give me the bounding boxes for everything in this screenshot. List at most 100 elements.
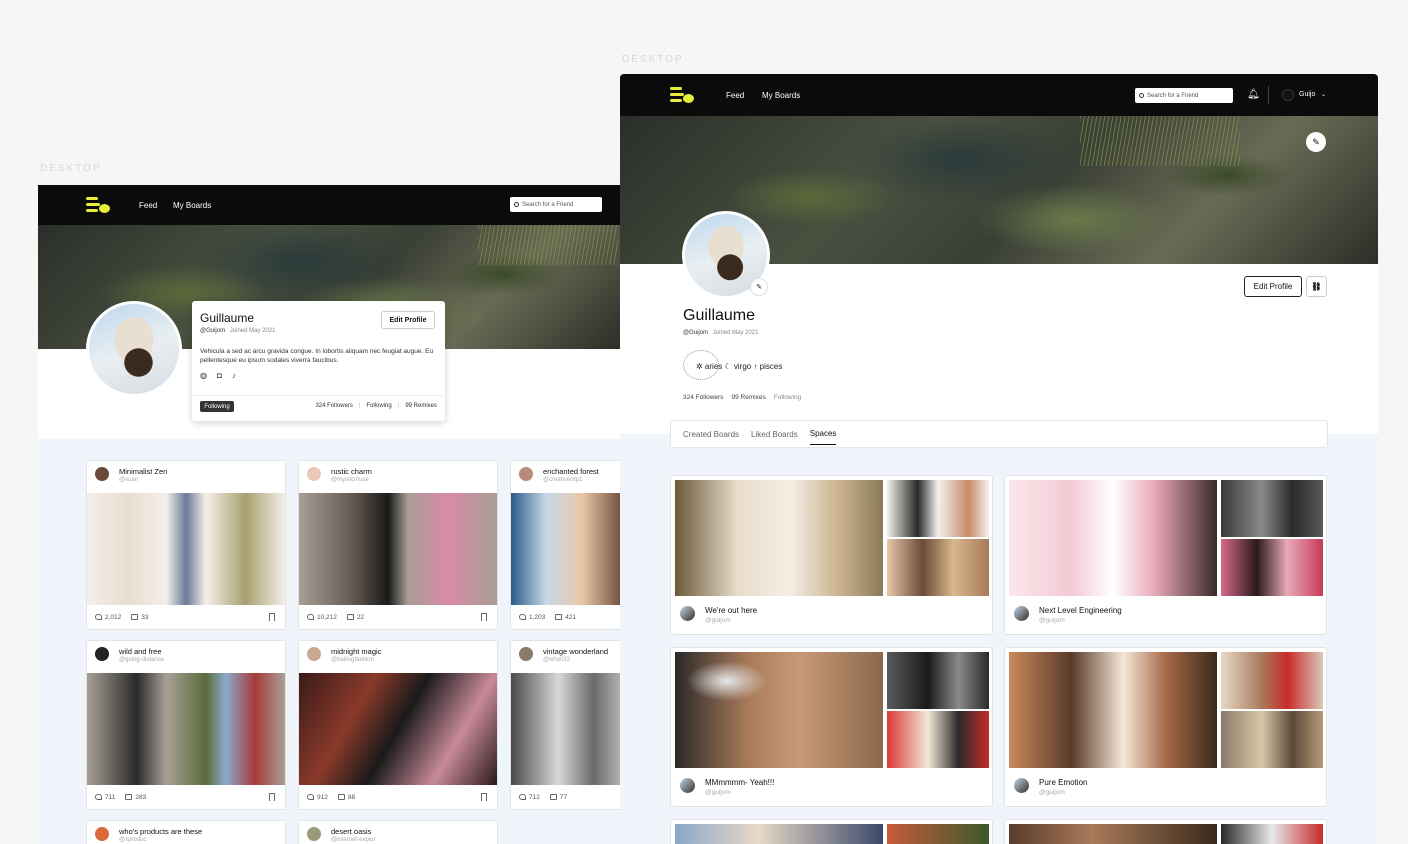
bookmark-icon[interactable] [481, 613, 487, 621]
pencil-icon: ✎ [756, 284, 762, 291]
remixes-count[interactable]: 99 Remixes [405, 403, 437, 409]
space-image [887, 480, 989, 537]
avatar [307, 827, 321, 841]
edit-avatar-button[interactable]: ✎ [750, 278, 768, 296]
board-user: @who032 [543, 657, 571, 663]
comment-count: 283 [125, 794, 146, 801]
avatar [519, 467, 533, 481]
bookmark-icon[interactable] [269, 613, 275, 621]
space-card[interactable]: Next Level Engineering @guijom [1004, 475, 1327, 635]
user-menu[interactable]: Guijo [1299, 91, 1315, 98]
link-icon: ⛓ [1311, 282, 1322, 291]
space-card[interactable] [670, 819, 993, 844]
board-user: @mysticmuse [331, 477, 369, 483]
top-nav: Feed My Boards Search for a Friend 🔔︎ Gu… [620, 74, 1378, 116]
nav-feed-link[interactable]: Feed [726, 91, 744, 100]
board-user: @creativeclip1 [543, 477, 583, 483]
followers-count[interactable]: 324 Followers [315, 403, 352, 409]
avatar [95, 647, 109, 661]
board-image [511, 493, 620, 605]
logo-icon[interactable] [670, 87, 694, 103]
comment-count: 421 [555, 614, 576, 621]
board-user: @xproduc [119, 837, 147, 843]
bookmark-icon[interactable] [481, 793, 487, 801]
board-image [299, 493, 497, 605]
space-user: @guijom [1039, 617, 1065, 624]
profile-handle: @Guijom [683, 330, 709, 336]
search-input[interactable]: Search for a Friend [1135, 88, 1233, 103]
space-title: Next Level Engineering [1039, 606, 1122, 615]
space-image [1221, 711, 1323, 768]
remixes-count[interactable]: 99 Remixes [731, 394, 765, 401]
top-nav: Feed My Boards Search for a Friend [38, 185, 620, 225]
avatar[interactable] [1282, 89, 1294, 101]
space-image [887, 539, 989, 596]
board-card[interactable]: midnight magic @bailingfashion 912 88 [298, 640, 498, 810]
board-user: @bailingfashion [331, 657, 374, 663]
board-card[interactable]: wild and free @going-distance 711 283 [86, 640, 286, 810]
board-card[interactable]: enchanted forest @creativeclip1 1,203 421 [510, 460, 620, 630]
like-count: 712 [519, 794, 540, 801]
tab-spaces[interactable]: Spaces [809, 429, 837, 445]
nav-my-boards-link[interactable]: My Boards [173, 201, 211, 210]
copy-link-button[interactable]: ⛓ [1306, 276, 1327, 297]
profile-name: Guillaume [200, 311, 255, 325]
nav-my-boards-link[interactable]: My Boards [762, 91, 800, 100]
board-card[interactable]: who's products are these @xproduc [86, 820, 286, 844]
nav-feed-link[interactable]: Feed [139, 201, 157, 210]
space-image [675, 480, 883, 596]
board-title: rustic charm [331, 467, 372, 476]
edit-profile-button[interactable]: Edit Profile [1244, 276, 1302, 297]
profile-avatar [86, 301, 182, 397]
following-link[interactable]: Following [774, 394, 801, 401]
board-image [511, 673, 620, 785]
like-count: 711 [95, 794, 115, 801]
tab-liked-boards[interactable]: Liked Boards [751, 430, 798, 439]
following-badge[interactable]: Following [200, 401, 234, 412]
board-card[interactable]: Minimalist Zen @xuan 2,012 33 [86, 460, 286, 630]
space-title: MMmmmm- Yeah!!! [705, 778, 775, 787]
profile-name: Guillaume [683, 307, 756, 324]
edit-cover-button[interactable]: ✎ [1306, 132, 1326, 152]
board-title: midnight magic [331, 647, 382, 656]
globe-icon[interactable]: ◍ [200, 371, 207, 380]
tiktok-icon[interactable]: ♪ [232, 371, 236, 380]
edit-profile-button[interactable]: Edit Profile [381, 311, 435, 329]
board-user: @going-distance [119, 657, 165, 663]
space-card[interactable]: Pure Emotion @guijom [1004, 647, 1327, 807]
search-placeholder: Search for a Friend [522, 201, 574, 208]
logo-icon[interactable] [86, 197, 110, 213]
board-title: who's products are these [119, 827, 203, 836]
space-image [1221, 652, 1323, 709]
followers-count[interactable]: 324 Followers [683, 394, 723, 401]
space-card[interactable]: We're out here @guijom [670, 475, 993, 635]
space-image [1009, 824, 1217, 844]
tab-created-boards[interactable]: Created Boards [683, 430, 739, 439]
zodiac-signs: ✲ aries ☾ virgo ↑ pisces [696, 362, 783, 371]
bookmark-icon[interactable] [269, 793, 275, 801]
chevron-down-icon[interactable]: ⌄ [1321, 91, 1326, 98]
board-card[interactable]: rustic charm @mysticmuse 10,212 22 [298, 460, 498, 630]
board-image [87, 673, 285, 785]
space-image [1221, 539, 1323, 596]
board-card[interactable]: vintage wonderland @who032 712 77 [510, 640, 620, 810]
board-user: @xuan [119, 477, 139, 483]
following-link[interactable]: Following [366, 403, 391, 409]
board-title: enchanted forest [543, 467, 599, 476]
bell-icon[interactable]: 🔔︎ [1247, 89, 1260, 100]
space-card[interactable] [1004, 819, 1327, 844]
board-card[interactable]: desert oasis @internet-explor [298, 820, 498, 844]
left-desktop-frame: Feed My Boards Search for a Friend Guill… [38, 185, 620, 844]
space-image [1221, 824, 1323, 844]
space-card[interactable]: MMmmmm- Yeah!!! @guijom [670, 647, 993, 807]
search-input[interactable]: Search for a Friend [510, 197, 602, 212]
avatar [1014, 606, 1029, 621]
search-icon [1139, 93, 1144, 98]
boards-grid: Minimalist Zen @xuan 2,012 33 rustic char… [38, 439, 620, 844]
space-image [675, 824, 883, 844]
avatar [519, 647, 533, 661]
avatar [95, 467, 109, 481]
instagram-icon[interactable]: ◘ [217, 371, 222, 380]
board-user: @internet-explor [331, 837, 376, 843]
space-image [887, 711, 989, 768]
